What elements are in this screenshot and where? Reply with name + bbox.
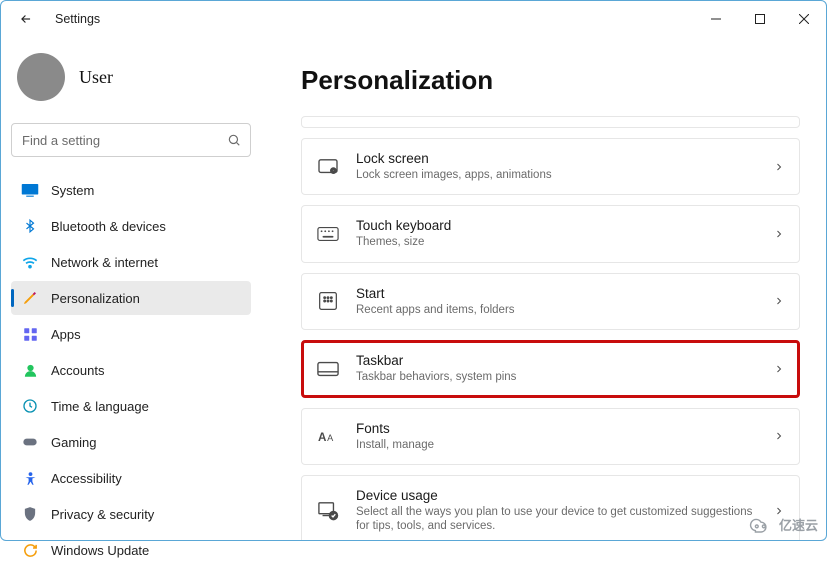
- sidebar-item-label: Privacy & security: [51, 507, 154, 522]
- fonts-icon: AA: [316, 424, 340, 448]
- sidebar-item-personalization[interactable]: Personalization: [11, 281, 251, 315]
- sidebar: User System Bluetooth & devices Network …: [1, 37, 261, 540]
- row-subtitle: Select all the ways you plan to use your…: [356, 505, 757, 534]
- search-wrap: [11, 123, 251, 157]
- setting-row-lock-screen[interactable]: Lock screen Lock screen images, apps, an…: [301, 138, 800, 195]
- row-subtitle: Recent apps and items, folders: [356, 303, 515, 317]
- start-icon: [316, 289, 340, 313]
- titlebar: Settings: [1, 1, 826, 37]
- paintbrush-icon: [21, 289, 39, 307]
- minimize-button[interactable]: [694, 3, 738, 35]
- row-subtitle: Lock screen images, apps, animations: [356, 168, 552, 182]
- row-title: Device usage: [356, 488, 757, 503]
- back-button[interactable]: [15, 8, 37, 30]
- clock-globe-icon: [21, 397, 39, 415]
- chevron-right-icon: [773, 363, 785, 375]
- row-title: Lock screen: [356, 151, 552, 166]
- row-title: Touch keyboard: [356, 218, 451, 233]
- close-button[interactable]: [782, 3, 826, 35]
- row-title: Fonts: [356, 421, 434, 436]
- sidebar-item-gaming[interactable]: Gaming: [11, 425, 251, 459]
- sidebar-item-label: Gaming: [51, 435, 97, 450]
- setting-row-device-usage[interactable]: Device usage Select all the ways you pla…: [301, 475, 800, 540]
- sidebar-item-time[interactable]: Time & language: [11, 389, 251, 423]
- apps-icon: [21, 325, 39, 343]
- system-icon: [21, 181, 39, 199]
- setting-row-start[interactable]: Start Recent apps and items, folders: [301, 273, 800, 330]
- chevron-right-icon: [773, 430, 785, 442]
- window-controls: [694, 3, 826, 35]
- svg-text:A: A: [327, 433, 334, 443]
- sidebar-item-system[interactable]: System: [11, 173, 251, 207]
- profile-block[interactable]: User: [11, 47, 251, 113]
- page-title: Personalization: [301, 65, 800, 96]
- taskbar-icon: [316, 357, 340, 381]
- sidebar-item-privacy[interactable]: Privacy & security: [11, 497, 251, 531]
- row-title: Start: [356, 286, 515, 301]
- content-area: Personalization Lock screen Lock screen …: [261, 37, 826, 540]
- sidebar-item-label: Accounts: [51, 363, 104, 378]
- keyboard-icon: [316, 222, 340, 246]
- watermark: 亿速云: [747, 515, 818, 534]
- maximize-button[interactable]: [738, 3, 782, 35]
- update-icon: [21, 541, 39, 559]
- row-subtitle: Install, manage: [356, 438, 434, 452]
- sidebar-item-label: Time & language: [51, 399, 149, 414]
- sidebar-item-network[interactable]: Network & internet: [11, 245, 251, 279]
- chevron-right-icon: [773, 161, 785, 173]
- sidebar-item-accessibility[interactable]: Accessibility: [11, 461, 251, 495]
- sidebar-item-label: Windows Update: [51, 543, 149, 558]
- wifi-icon: [21, 253, 39, 271]
- sidebar-item-label: System: [51, 183, 94, 198]
- row-title: Taskbar: [356, 353, 516, 368]
- sidebar-item-apps[interactable]: Apps: [11, 317, 251, 351]
- bluetooth-icon: [21, 217, 39, 235]
- sidebar-item-label: Accessibility: [51, 471, 122, 486]
- setting-row-touch-keyboard[interactable]: Touch keyboard Themes, size: [301, 205, 800, 262]
- sidebar-item-label: Personalization: [51, 291, 140, 306]
- sidebar-item-label: Apps: [51, 327, 81, 342]
- sidebar-item-label: Network & internet: [51, 255, 158, 270]
- setting-row-fonts[interactable]: AA Fonts Install, manage: [301, 408, 800, 465]
- avatar: [17, 53, 65, 101]
- search-icon: [227, 133, 241, 147]
- row-subtitle: Taskbar behaviors, system pins: [356, 370, 516, 384]
- truncated-row-top[interactable]: [301, 116, 800, 128]
- person-icon: [21, 361, 39, 379]
- sidebar-nav: System Bluetooth & devices Network & int…: [11, 173, 251, 567]
- chevron-right-icon: [773, 295, 785, 307]
- sidebar-item-update[interactable]: Windows Update: [11, 533, 251, 567]
- sidebar-item-accounts[interactable]: Accounts: [11, 353, 251, 387]
- row-subtitle: Themes, size: [356, 235, 451, 249]
- setting-row-taskbar[interactable]: Taskbar Taskbar behaviors, system pins: [301, 340, 800, 397]
- sidebar-item-label: Bluetooth & devices: [51, 219, 166, 234]
- sidebar-item-bluetooth[interactable]: Bluetooth & devices: [11, 209, 251, 243]
- device-usage-icon: [316, 499, 340, 523]
- chevron-right-icon: [773, 228, 785, 240]
- lock-screen-icon: [316, 155, 340, 179]
- gaming-icon: [21, 433, 39, 451]
- shield-icon: [21, 505, 39, 523]
- svg-text:A: A: [318, 431, 327, 444]
- cloud-icon: [747, 516, 775, 534]
- window-title: Settings: [55, 12, 100, 26]
- search-input[interactable]: [11, 123, 251, 157]
- watermark-text: 亿速云: [779, 515, 818, 534]
- username: User: [79, 67, 113, 88]
- accessibility-icon: [21, 469, 39, 487]
